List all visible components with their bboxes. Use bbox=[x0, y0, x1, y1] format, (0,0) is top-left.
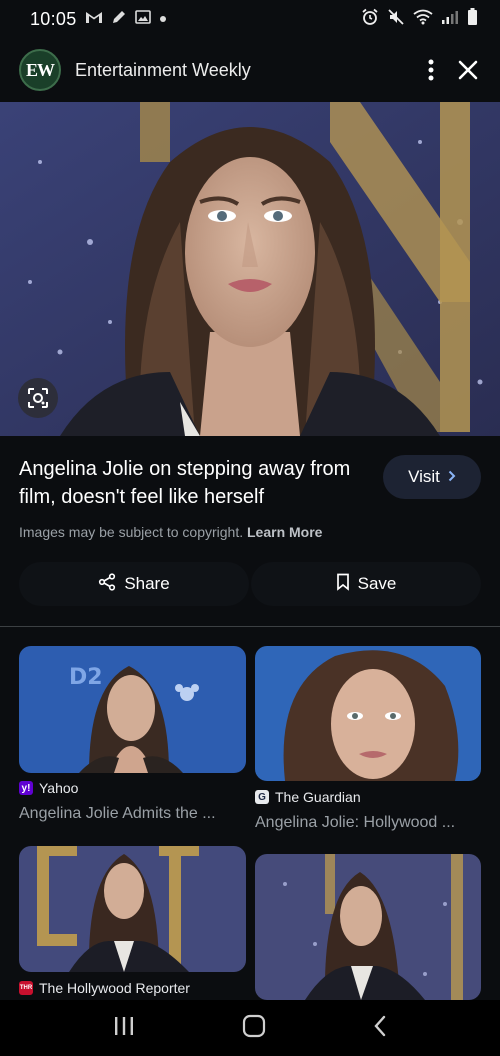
gmail-icon bbox=[85, 10, 103, 29]
mute-icon bbox=[387, 8, 405, 30]
alarm-icon bbox=[361, 8, 379, 30]
bookmark-icon bbox=[336, 573, 350, 596]
home-icon[interactable] bbox=[242, 1014, 266, 1043]
save-button[interactable]: Save bbox=[251, 562, 481, 606]
battery-icon bbox=[467, 8, 478, 30]
share-icon bbox=[98, 572, 116, 596]
related-source-2[interactable]: G The Guardian bbox=[255, 789, 361, 805]
recent-apps-icon[interactable] bbox=[113, 1016, 135, 1041]
copyright-notice: Images may be subject to copyright. Lear… bbox=[19, 524, 322, 540]
section-divider bbox=[0, 626, 500, 627]
app-bar: EW Entertainment Weekly bbox=[0, 38, 500, 102]
visit-label: Visit bbox=[408, 467, 440, 486]
source-name: The Guardian bbox=[275, 789, 361, 805]
chevron-right-icon bbox=[448, 469, 456, 485]
related-title-1[interactable]: Angelina Jolie Admits the ... bbox=[19, 805, 216, 823]
related-image-2[interactable] bbox=[255, 646, 481, 781]
learn-more-link[interactable]: Learn More bbox=[247, 524, 322, 540]
notification-dot-icon bbox=[159, 10, 167, 28]
svg-text:D2: D2 bbox=[69, 665, 103, 690]
status-time: 10:05 bbox=[30, 8, 77, 29]
lens-search-icon[interactable] bbox=[18, 378, 58, 418]
related-source-1[interactable]: y! Yahoo bbox=[19, 780, 78, 796]
back-icon[interactable] bbox=[373, 1015, 387, 1042]
save-label: Save bbox=[357, 574, 397, 593]
yahoo-icon: y! bbox=[19, 781, 33, 795]
related-image-4[interactable] bbox=[255, 854, 481, 1000]
source-title[interactable]: Entertainment Weekly bbox=[75, 60, 251, 81]
related-source-3[interactable]: THR The Hollywood Reporter bbox=[19, 980, 190, 996]
related-image-1[interactable]: D2 bbox=[19, 646, 246, 773]
edit-icon bbox=[111, 9, 127, 30]
copyright-text: Images may be subject to copyright. bbox=[19, 524, 244, 540]
more-options-icon[interactable] bbox=[428, 59, 434, 81]
status-bar: 10:05 bbox=[0, 0, 500, 38]
gallery-icon bbox=[134, 9, 151, 30]
share-label: Share bbox=[124, 574, 170, 593]
signal-icon bbox=[441, 9, 459, 29]
hero-image[interactable] bbox=[0, 102, 500, 436]
guardian-icon: G bbox=[255, 790, 269, 804]
visit-button[interactable]: Visit bbox=[383, 455, 481, 499]
source-name: The Hollywood Reporter bbox=[39, 980, 190, 996]
wifi-icon bbox=[413, 9, 433, 29]
related-image-3[interactable] bbox=[19, 846, 246, 972]
system-nav-bar bbox=[0, 1000, 500, 1056]
result-headline[interactable]: Angelina Jolie on stepping away from fil… bbox=[19, 455, 364, 511]
source-name: Yahoo bbox=[39, 780, 79, 796]
close-icon[interactable] bbox=[458, 60, 478, 80]
share-button[interactable]: Share bbox=[19, 562, 249, 606]
hollywood-reporter-icon: THR bbox=[19, 981, 33, 995]
source-logo[interactable]: EW bbox=[19, 49, 61, 91]
related-title-2[interactable]: Angelina Jolie: Hollywood ... bbox=[255, 814, 455, 832]
